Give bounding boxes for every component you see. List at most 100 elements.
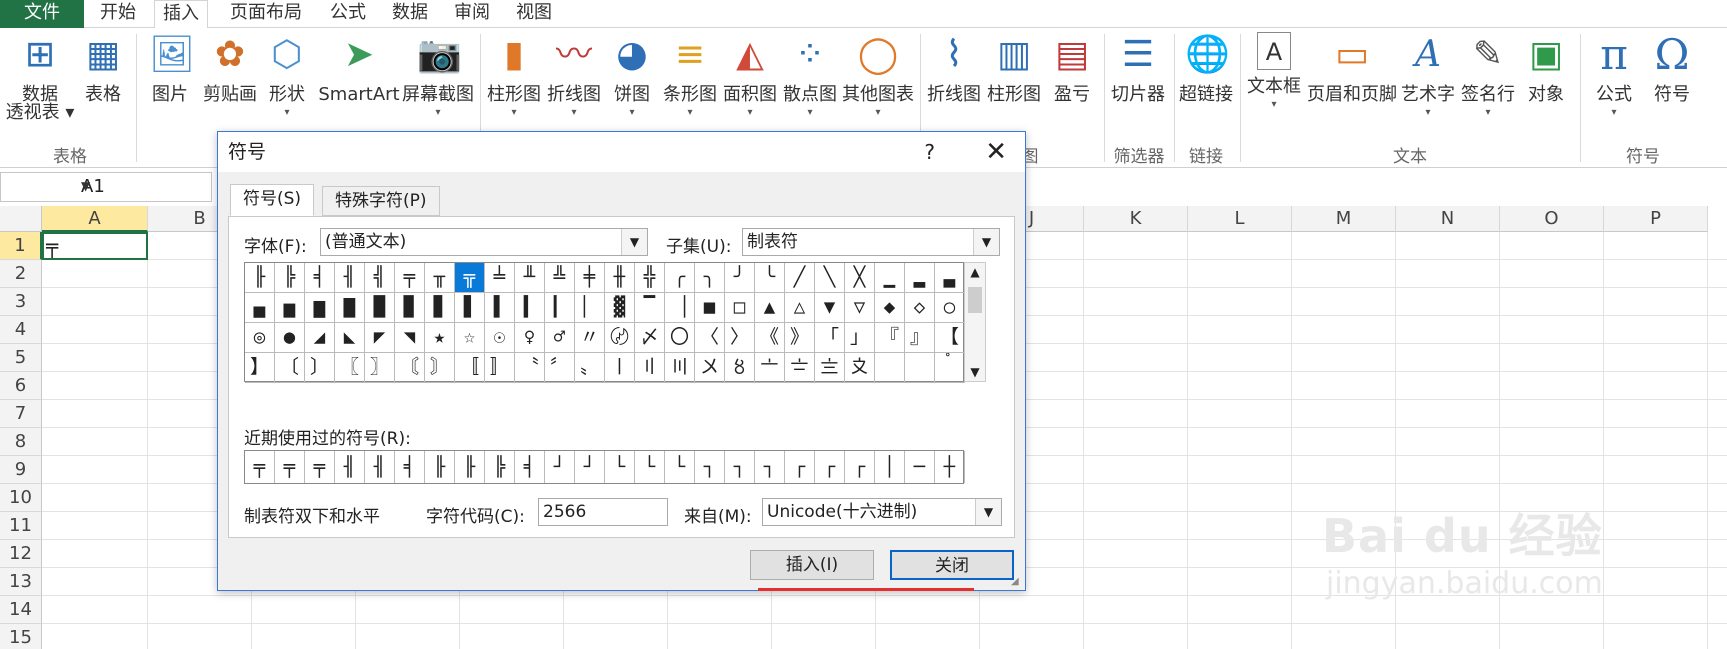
symbol-cell[interactable]: 〗 <box>365 353 395 383</box>
symbol-cell[interactable]: 》 <box>785 323 815 353</box>
tab-formulas[interactable]: 公式 <box>322 0 374 28</box>
symbol-cell[interactable]: ▁ <box>875 263 905 293</box>
symbol-cell[interactable]: ╱ <box>785 263 815 293</box>
symbol-cell[interactable]: 〖 <box>335 353 365 383</box>
symbol-cell[interactable]: ▏ <box>575 293 605 323</box>
tab-home[interactable]: 开始 <box>92 0 144 28</box>
signature-line-button[interactable]: ✎ 签名行 ▾ <box>1460 32 1516 118</box>
chevron-down-icon[interactable]: ▼ <box>621 229 647 255</box>
row-header[interactable]: 13 <box>0 568 42 596</box>
symbol-cell[interactable]: 〫 <box>905 353 935 383</box>
tab-view[interactable]: 视图 <box>508 0 560 28</box>
symbol-cell[interactable]: 〕 <box>305 353 335 383</box>
symbol-cell[interactable]: ○ <box>935 293 965 323</box>
symbol-cell[interactable]: ◤ <box>365 323 395 353</box>
symbol-cell[interactable]: ▌ <box>485 293 515 323</box>
symbol-cell[interactable]: ╧ <box>485 263 515 293</box>
shapes-button[interactable]: ⬡ 形状 ▾ <box>266 32 308 118</box>
clipart-button[interactable]: ✿ 剪贴画 <box>200 32 260 108</box>
symbol-cell[interactable]: ▃ <box>935 263 965 293</box>
symbol-cell[interactable]: ▊ <box>425 293 455 323</box>
symbol-cell[interactable]: ╪ <box>575 263 605 293</box>
symbol-cell[interactable]: ╬ <box>635 263 665 293</box>
symbol-cell[interactable]: █ <box>365 293 395 323</box>
symbol-cell[interactable]: 〥 <box>725 353 755 383</box>
symbol-cell[interactable]: 〝 <box>515 353 545 383</box>
column-header[interactable]: N <box>1396 206 1500 232</box>
symbol-cell[interactable]: 〣 <box>665 353 695 383</box>
symbol-cell[interactable]: ▼ <box>815 293 845 323</box>
textbox-button[interactable]: A 文本框 ▾ <box>1246 32 1302 110</box>
symbol-cell[interactable]: 〔 <box>275 353 305 383</box>
recent-symbol-cell[interactable]: ┌ <box>845 451 875 483</box>
symbol-cell[interactable]: ╥ <box>425 263 455 293</box>
symbol-cell[interactable]: 〩 <box>845 353 875 383</box>
symbol-cell[interactable]: ♀ <box>515 323 545 353</box>
object-button[interactable]: ▣ 对象 <box>1522 32 1570 108</box>
symbol-cell[interactable]: 〞 <box>545 353 575 383</box>
column-header[interactable]: P <box>1604 206 1708 232</box>
scatter-chart-button[interactable]: ⁘ 散点图 ▾ <box>782 32 838 118</box>
column-header[interactable]: L <box>1188 206 1292 232</box>
header-footer-button[interactable]: ▭ 页眉和页脚 <box>1306 32 1398 108</box>
symbol-cell[interactable]: 〢 <box>635 353 665 383</box>
symbol-cell[interactable]: □ <box>725 293 755 323</box>
symbol-cell[interactable]: ▔ <box>635 293 665 323</box>
symbol-cell[interactable]: ╨ <box>515 263 545 293</box>
symbol-cell[interactable]: 〈 <box>695 323 725 353</box>
column-chart-button[interactable]: ▮ 柱形图 ▾ <box>486 32 542 118</box>
dialog-title-bar[interactable]: 符号 ? ✕ <box>218 132 1025 172</box>
symbol-cell[interactable]: ♂ <box>545 323 575 353</box>
symbol-cell[interactable]: 〇 <box>665 323 695 353</box>
symbol-cell[interactable]: 】 <box>245 353 275 383</box>
tab-insert[interactable]: 插入 <box>154 0 208 29</box>
recent-symbol-cell[interactable]: ┘ <box>575 451 605 483</box>
symbol-cell[interactable]: ▋ <box>455 293 485 323</box>
row-header[interactable]: 3 <box>0 288 42 316</box>
symbol-cell[interactable]: ▂ <box>905 263 935 293</box>
recent-symbol-cell[interactable]: ╠ <box>485 451 515 483</box>
symbol-cell[interactable]: 「 <box>815 323 845 353</box>
symbol-cell[interactable]: 〆 <box>635 323 665 353</box>
symbol-cell[interactable]: ╤ <box>395 263 425 293</box>
symbol-cell[interactable]: ◇ <box>905 293 935 323</box>
recent-symbol-cell[interactable]: ╤ <box>305 451 335 483</box>
recent-symbol-cell[interactable]: ┌ <box>785 451 815 483</box>
recent-symbol-cell[interactable]: ┼ <box>935 451 965 483</box>
symbol-cell[interactable]: 〨 <box>815 353 845 383</box>
chevron-down-icon[interactable]: ▼ <box>965 365 985 379</box>
column-header[interactable]: M <box>1292 206 1396 232</box>
insert-button[interactable]: 插入(I) <box>750 550 874 580</box>
symbol-cell[interactable]: ◥ <box>395 323 425 353</box>
symbol-cell[interactable]: 〚 <box>455 353 485 383</box>
symbol-cell[interactable]: ▲ <box>755 293 785 323</box>
symbol-cell[interactable]: 〟 <box>575 353 605 383</box>
sparkline-line-button[interactable]: ⌇ 折线图 <box>926 32 982 108</box>
row-header[interactable]: 11 <box>0 512 42 540</box>
select-all-corner[interactable] <box>0 206 42 232</box>
symbol-cell[interactable]: 〛 <box>485 353 515 383</box>
row-header[interactable]: 10 <box>0 484 42 512</box>
row-header[interactable]: 5 <box>0 344 42 372</box>
chevron-up-icon[interactable]: ▲ <box>965 265 985 279</box>
symbol-cell[interactable]: 〉 <box>725 323 755 353</box>
from-select[interactable]: Unicode(十六进制) ▼ <box>762 498 1002 526</box>
recent-symbol-cell[interactable]: ╟ <box>455 451 485 483</box>
symbol-cell[interactable]: 〙 <box>425 353 455 383</box>
symbol-cell[interactable]: 〧 <box>785 353 815 383</box>
tab-file[interactable]: 文件 <box>0 0 84 28</box>
area-chart-button[interactable]: ◭ 面积图 ▾ <box>722 32 778 118</box>
name-box[interactable]: A1 ▼ <box>0 172 212 202</box>
symbol-cell[interactable]: ╢ <box>335 263 365 293</box>
resize-grip-icon[interactable]: ◢ <box>1011 576 1023 588</box>
symbol-cell[interactable]: ╣ <box>365 263 395 293</box>
slicer-button[interactable]: ☰ 切片器 <box>1110 32 1166 108</box>
active-cell-a1[interactable]: ╤ <box>42 232 148 260</box>
symbol-cell[interactable]: 《 <box>755 323 785 353</box>
sparkline-column-button[interactable]: ▥ 柱形图 <box>986 32 1042 108</box>
symbol-cell[interactable]: ▄ <box>245 293 275 323</box>
symbol-cell[interactable]: ▍ <box>515 293 545 323</box>
screenshot-button[interactable]: 📷 屏幕截图 ▾ <box>402 32 474 118</box>
other-charts-button[interactable]: ◯ 其他图表 ▾ <box>842 32 914 118</box>
column-header[interactable]: O <box>1500 206 1604 232</box>
